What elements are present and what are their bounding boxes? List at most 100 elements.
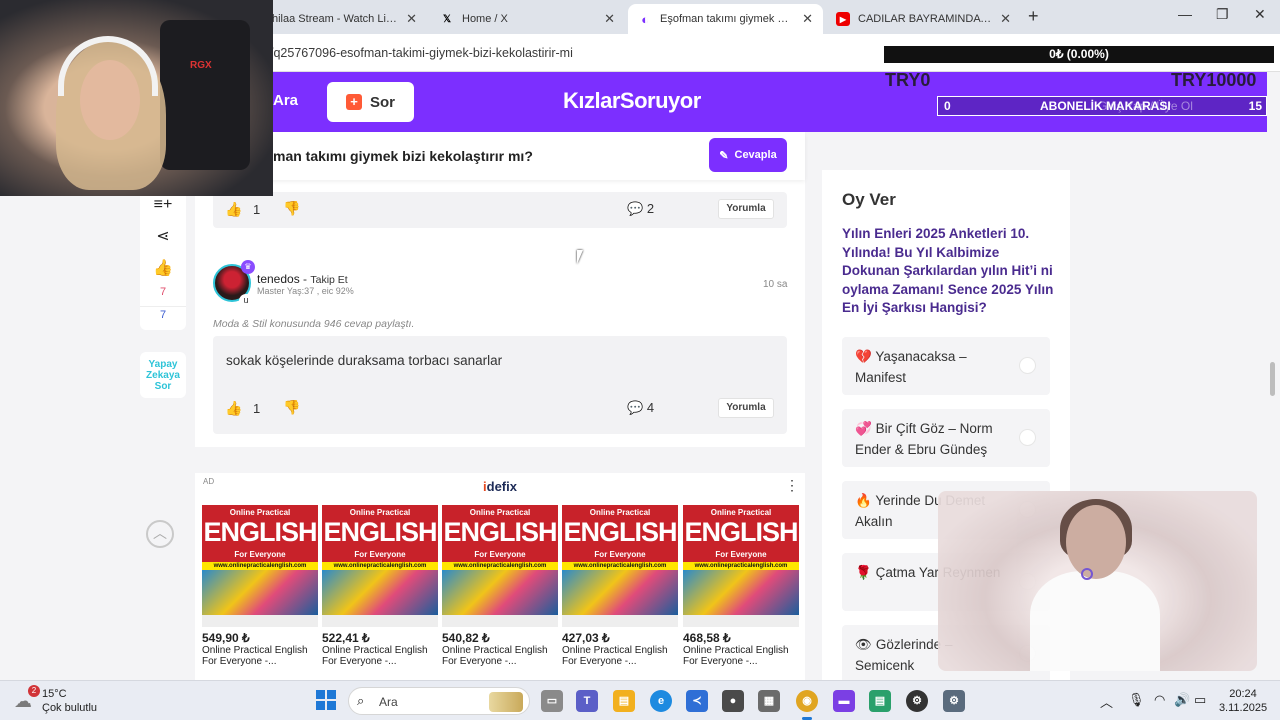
- dislike-count: 7: [140, 306, 186, 321]
- streamer-webcam: RGX: [0, 0, 273, 196]
- tab-x[interactable]: 𝕏 Home / X ✕: [430, 4, 625, 34]
- gaming-chair: [160, 20, 250, 170]
- comment-button[interactable]: Yorumla: [718, 398, 774, 418]
- restore-icon[interactable]: ❐: [1216, 6, 1229, 23]
- product-card[interactable]: Online Practical ENGLISH For Everyone www.o…: [202, 505, 318, 667]
- clock[interactable]: 20:24 3.11.2025: [1212, 687, 1274, 715]
- file-explorer-icon[interactable]: ▤: [613, 690, 635, 712]
- chrome-icon[interactable]: ◉: [796, 690, 818, 720]
- url-text[interactable]: /q25767096-esofman-takimi-giymek-bizi-ke…: [270, 46, 573, 60]
- wifi-icon[interactable]: ◠: [1154, 692, 1165, 708]
- product-card[interactable]: Online Practical ENGLISH For Everyone www.o…: [322, 505, 438, 667]
- mouse-cursor: [577, 250, 589, 264]
- close-icon[interactable]: ✕: [802, 11, 813, 27]
- close-icon[interactable]: ✕: [406, 11, 417, 27]
- ask-button[interactable]: + Sor: [327, 82, 414, 122]
- taskbar: ☁ 2 15°C Çok bulutlu ⌕ Ara ▭ T ▤ e ≺ ● ▦…: [0, 680, 1280, 720]
- comment-count-value: 4: [646, 400, 655, 415]
- crown-icon: ♛: [241, 260, 255, 274]
- close-icon[interactable]: ✕: [1000, 11, 1011, 27]
- new-tab-icon[interactable]: +: [1028, 6, 1039, 27]
- product-image[interactable]: Online Practical ENGLISH For Everyone www.o…: [562, 505, 678, 627]
- tab-twitch[interactable]: hilaa Stream - Watch Live on ✕: [262, 4, 427, 34]
- thumbs-up-icon[interactable]: 👍: [225, 201, 242, 218]
- tab-title: Eşofman takımı giymek bizi kek: [660, 13, 794, 25]
- media-icon[interactable]: ▬: [833, 690, 855, 712]
- settings-icon[interactable]: ⚙: [943, 690, 965, 712]
- header-search-link[interactable]: Ara: [273, 92, 298, 109]
- product-name[interactable]: Online Practical English For Everyone -.…: [202, 645, 318, 667]
- close-icon[interactable]: ✕: [604, 11, 615, 27]
- tab-kizlarsoruyor[interactable]: ◐ Eşofman takımı giymek bizi kek ✕: [628, 4, 823, 34]
- donation-progress-bar: 0₺ (0.00%): [884, 46, 1274, 63]
- product-image[interactable]: Online Practical ENGLISH For Everyone www.o…: [683, 505, 799, 627]
- question-sticky-bar: man takımı giymek bizi kekolaştırır mı? …: [195, 132, 805, 180]
- volume-icon[interactable]: 🔊: [1174, 692, 1190, 708]
- minimize-icon[interactable]: —: [1178, 6, 1192, 22]
- guest-webcam: [938, 491, 1257, 671]
- vscode-icon[interactable]: ≺: [686, 690, 708, 712]
- like-count: 1: [253, 202, 261, 217]
- product-price: 549,90 ₺: [202, 631, 250, 645]
- product-card[interactable]: Online Practical ENGLISH For Everyone www.o…: [442, 505, 558, 667]
- ad-tag: AD: [203, 477, 215, 486]
- product-image[interactable]: Online Practical ENGLISH For Everyone www.o…: [202, 505, 318, 627]
- site-logo[interactable]: KızlarSoruyor: [563, 88, 701, 114]
- more-options-icon[interactable]: ⋮: [785, 477, 799, 494]
- donation-progress-text: 0₺ (0.00%): [1049, 47, 1109, 61]
- radio-button[interactable]: [1019, 429, 1036, 446]
- answer-author: tenedos - Takip Et: [257, 272, 348, 286]
- like-icon[interactable]: 👍: [140, 258, 186, 278]
- follow-link[interactable]: Takip Et: [310, 274, 347, 286]
- comment-button[interactable]: Yorumla: [718, 199, 774, 219]
- product-card[interactable]: Online Practical ENGLISH For Everyone www.o…: [562, 505, 678, 667]
- share-icon[interactable]: ⋖: [140, 226, 186, 246]
- radio-button[interactable]: [1019, 357, 1036, 374]
- thumbs-up-icon[interactable]: 👍: [225, 400, 242, 417]
- scroll-up-icon[interactable]: ︿: [146, 520, 174, 548]
- username-link[interactable]: tenedos: [257, 272, 300, 286]
- steam-icon[interactable]: ⚙: [906, 690, 928, 712]
- microphone-icon[interactable]: 🎙: [1128, 692, 1145, 708]
- teams-icon[interactable]: T: [576, 690, 598, 712]
- start-button[interactable]: [316, 690, 336, 710]
- poll-option[interactable]: 💔 Yaşanacaksa – Manifest: [842, 337, 1050, 395]
- edge-icon[interactable]: e: [650, 690, 672, 712]
- answer-action-row: 👍 1 👎 💬 4 Yorumla: [213, 391, 787, 427]
- product-image[interactable]: Online Practical ENGLISH For Everyone www.o…: [322, 505, 438, 627]
- page-scrollbar[interactable]: [1270, 362, 1275, 396]
- tab-youtube[interactable]: ▶ CADILAR BAYRAMINDA EVLEN ✕: [826, 4, 1021, 34]
- battery-icon[interactable]: ▭: [1194, 692, 1206, 708]
- poll-option[interactable]: 💞 Bir Çift Göz – Norm Ender & Ebru Günde…: [842, 409, 1050, 467]
- product-name[interactable]: Online Practical English For Everyone -.…: [322, 645, 438, 667]
- headset: [58, 36, 158, 96]
- comment-count-value: 2: [646, 201, 655, 216]
- task-view-icon[interactable]: ▭: [541, 690, 563, 712]
- comment-count[interactable]: 💬 2: [627, 201, 654, 217]
- option-emoji-icon: 🌹: [855, 565, 872, 580]
- x-logo-icon: 𝕏: [442, 13, 452, 25]
- add-to-list-icon[interactable]: ≡+: [140, 196, 186, 214]
- ad-banner[interactable]: AD idefix ⋮ Online Practical ENGLISH For E…: [195, 473, 805, 680]
- product-name[interactable]: Online Practical English For Everyone -.…: [562, 645, 678, 667]
- calculator-icon[interactable]: ▦: [758, 690, 780, 712]
- notepad-icon[interactable]: ▤: [869, 690, 891, 712]
- product-image[interactable]: Online Practical ENGLISH For Everyone www.o…: [442, 505, 558, 627]
- product-name[interactable]: Online Practical English For Everyone -.…: [442, 645, 558, 667]
- pencil-icon: ✎: [719, 149, 729, 162]
- answer-button[interactable]: ✎ Cevapla: [709, 138, 787, 172]
- product-name[interactable]: Online Practical English For Everyone -.…: [683, 645, 799, 667]
- taskbar-search[interactable]: ⌕ Ara: [348, 687, 530, 715]
- chevron-up-icon[interactable]: ︿: [1100, 692, 1113, 711]
- window-close-icon[interactable]: ✕: [1254, 6, 1266, 23]
- comment-count[interactable]: 💬 4: [627, 400, 654, 416]
- product-card[interactable]: Online Practical ENGLISH For Everyone www.o…: [683, 505, 799, 667]
- obs-icon[interactable]: ●: [722, 690, 744, 712]
- thumbs-down-icon[interactable]: 👎: [283, 399, 300, 416]
- avatar[interactable]: ♛ u: [213, 260, 255, 308]
- ask-ai-button[interactable]: Yapay Zekaya Sor: [140, 352, 186, 398]
- sub-label: ABONELİK MAKARASI: [1040, 99, 1171, 113]
- thumbs-down-icon[interactable]: 👎: [283, 200, 300, 217]
- kizlarsoruyor-icon: ◐: [641, 11, 649, 27]
- tab-title: Home / X: [462, 13, 508, 25]
